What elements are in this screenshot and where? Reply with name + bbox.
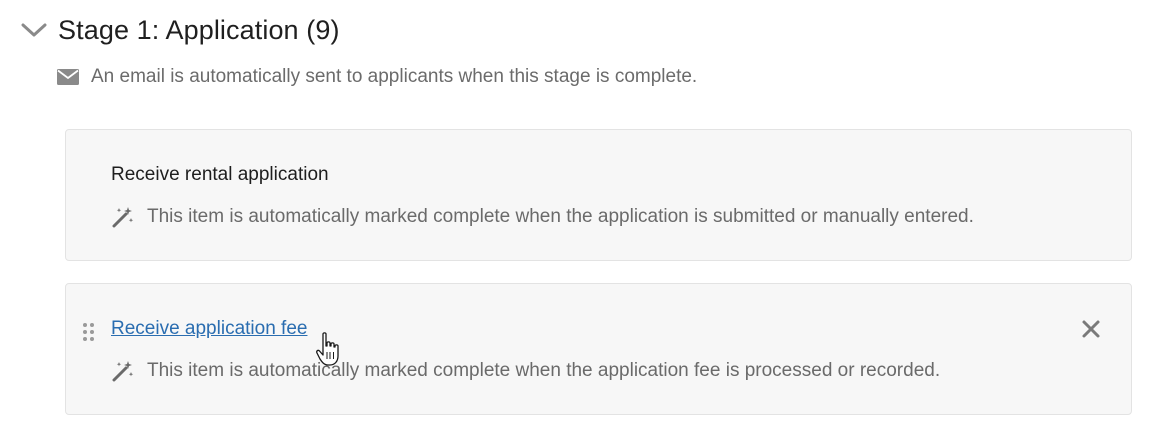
item-description: This item is automatically marked comple… <box>111 206 974 228</box>
stage-title: Stage 1: Application (9) <box>58 14 340 45</box>
close-icon[interactable] <box>1079 317 1103 341</box>
email-note: An email is automatically sent to applic… <box>57 64 697 90</box>
magic-wand-icon <box>111 360 135 382</box>
item-description-text: This item is automatically marked comple… <box>147 206 974 227</box>
chevron-down-icon[interactable] <box>20 16 48 44</box>
item-description: This item is automatically marked comple… <box>111 360 940 382</box>
drag-handle-icon[interactable] <box>82 322 96 342</box>
item-description-text: This item is automatically marked comple… <box>147 360 941 381</box>
email-note-text: An email is automatically sent to applic… <box>91 66 698 87</box>
magic-wand-icon <box>111 206 135 228</box>
envelope-icon <box>57 68 79 86</box>
checklist-item-card: Receive rental application This item is … <box>65 129 1132 261</box>
stage-header: Stage 1: Application (9) <box>20 10 340 50</box>
checklist-item-card: Receive application fee This item is aut… <box>65 283 1132 415</box>
item-title: Receive rental application <box>111 164 329 185</box>
item-title-link[interactable]: Receive application fee <box>111 318 307 340</box>
